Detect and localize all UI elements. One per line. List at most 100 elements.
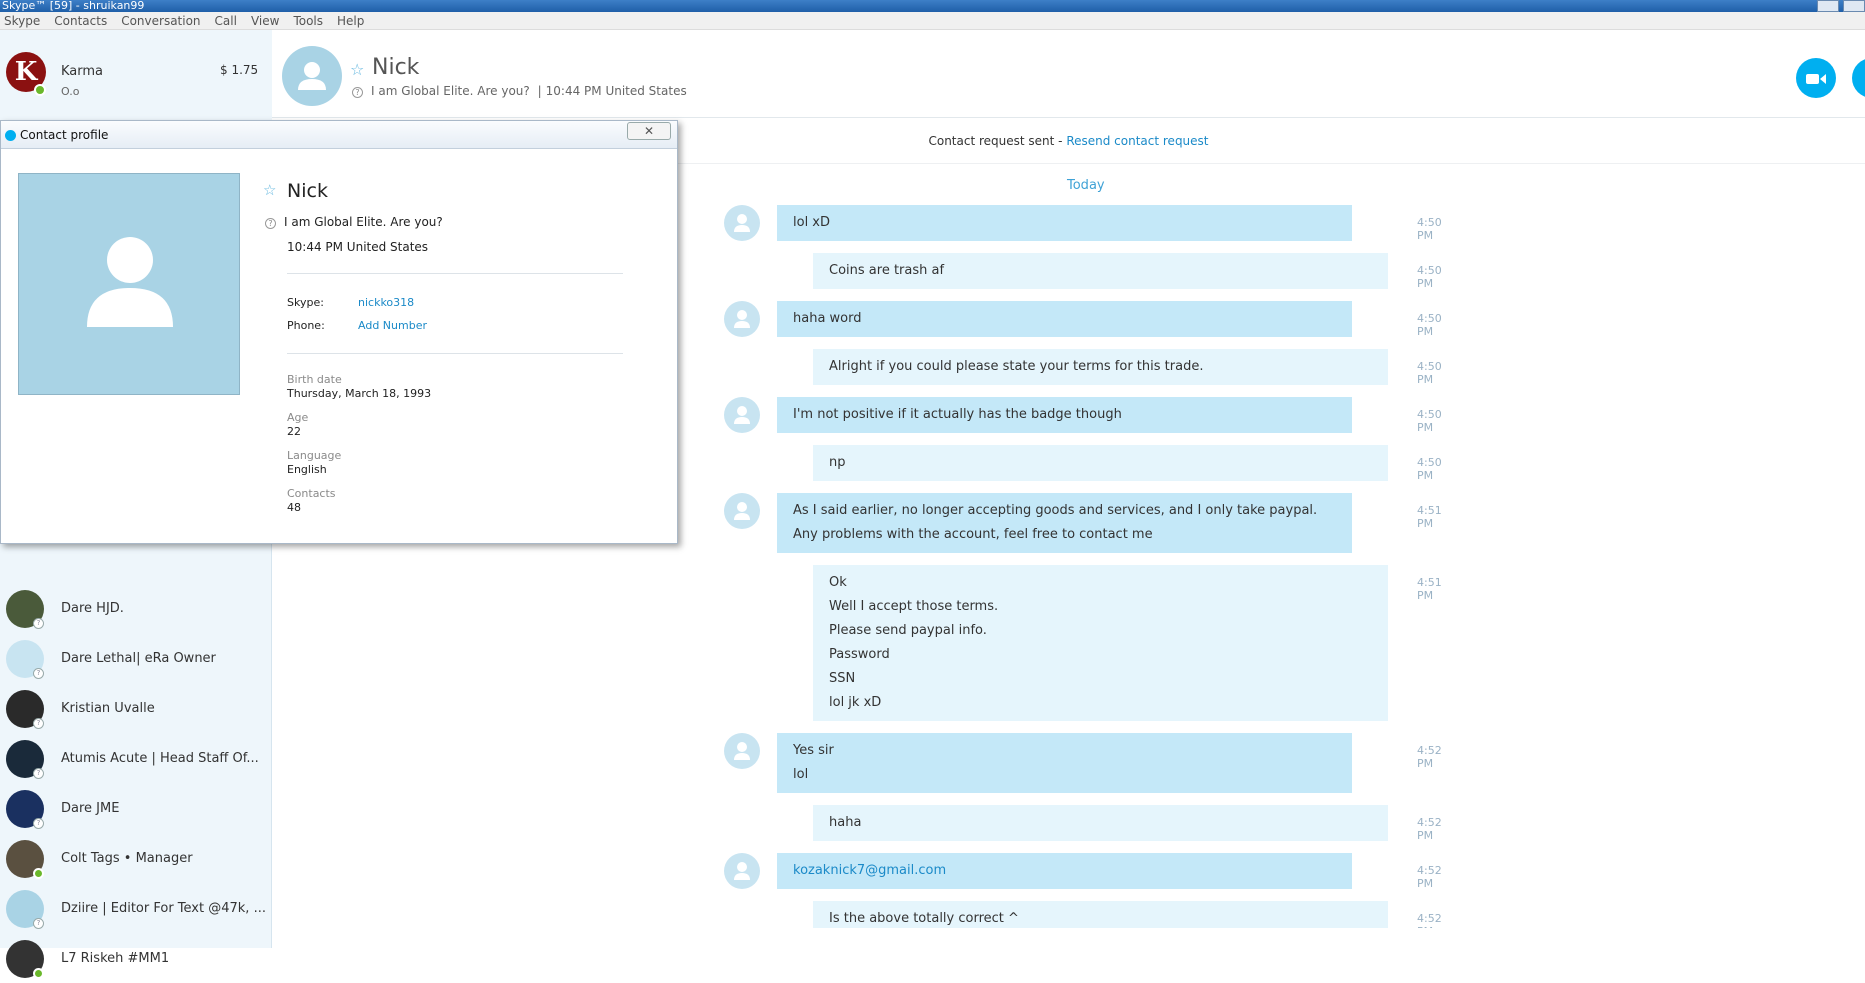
divider: [287, 273, 623, 274]
unknown-status-icon: ?: [33, 718, 44, 729]
contact-item[interactable]: ? Dare JME: [0, 783, 272, 833]
message-timestamp: 4:52 PM: [1417, 816, 1442, 842]
contact-avatar[interactable]: [282, 46, 342, 106]
maximize-button[interactable]: [1843, 0, 1865, 12]
my-name: Karma: [61, 64, 104, 79]
contact-name: Dare HJD.: [61, 601, 124, 616]
conversation-header: ☆ Nick ? I am Global Elite. Are you? | 10:…: [272, 30, 1865, 118]
contact-mood: I am Global Elite. Are you?: [371, 84, 530, 98]
minimize-button[interactable]: [1817, 0, 1839, 12]
language-value: English: [287, 463, 327, 476]
message-bubble[interactable]: lol xD: [777, 205, 1352, 241]
birth-date-value: Thursday, March 18, 1993: [287, 387, 432, 400]
contact-name: Colt Tags • Manager: [61, 851, 193, 866]
contact-item[interactable]: Colt Tags • Manager: [0, 833, 272, 883]
message-bubble[interactable]: kozaknick7@gmail.com: [777, 853, 1352, 889]
message-timestamp: 4:52 PM: [1417, 744, 1442, 770]
favorite-star-icon[interactable]: ☆: [350, 60, 364, 79]
message-line: Alright if you could please state your t…: [829, 359, 1204, 374]
menu-view[interactable]: View: [247, 14, 283, 28]
voice-call-button[interactable]: [1852, 58, 1865, 98]
contact-item[interactable]: ? Kristian Uvalle: [0, 683, 272, 733]
video-call-button[interactable]: [1796, 58, 1836, 98]
profile-name: Nick: [287, 180, 328, 202]
message-bubble[interactable]: np: [813, 445, 1388, 481]
resend-request-link[interactable]: Resend contact request: [1066, 134, 1208, 148]
message-bubble[interactable]: Coins are trash af: [813, 253, 1388, 289]
sender-avatar[interactable]: [724, 853, 760, 889]
menu-conversation[interactable]: Conversation: [117, 14, 204, 28]
dialog-title: Contact profile: [20, 128, 109, 142]
message-bubble[interactable]: Alright if you could please state your t…: [813, 349, 1388, 385]
sender-avatar[interactable]: [724, 205, 760, 241]
menu-skype[interactable]: Skype: [0, 14, 44, 28]
message-line: As I said earlier, no longer accepting g…: [793, 503, 1318, 518]
help-icon: ?: [352, 87, 363, 98]
message-bubble[interactable]: As I said earlier, no longer accepting g…: [777, 493, 1352, 553]
notice-text: Contact request sent -: [928, 134, 1067, 148]
dialog-titlebar: Contact profile: [1, 121, 677, 149]
sender-avatar[interactable]: [724, 493, 760, 529]
contact-name: Kristian Uvalle: [61, 701, 155, 716]
skype-name-link[interactable]: nickko318: [358, 296, 414, 309]
message-timestamp: 4:50 PM: [1417, 216, 1442, 242]
close-button[interactable]: ✕: [627, 122, 671, 140]
unknown-status-icon: ?: [33, 768, 44, 779]
menu-bar: Skype Contacts Conversation Call View To…: [0, 12, 1865, 30]
message-bubble[interactable]: Ok Well I accept those terms. Please send …: [813, 565, 1388, 721]
birth-date-label: Birth date: [287, 373, 342, 386]
skype-logo-icon: [5, 130, 16, 141]
sender-avatar[interactable]: [724, 733, 760, 769]
message-line: np: [829, 455, 846, 470]
profile-mood-line: ? I am Global Elite. Are you?: [265, 215, 443, 229]
add-number-link[interactable]: Add Number: [358, 319, 427, 332]
message-timestamp: 4:50 PM: [1417, 312, 1442, 338]
contact-item[interactable]: ? Atumis Acute | Head Staff Of...: [0, 733, 272, 783]
message-bubble[interactable]: Is the above totally correct ^: [813, 901, 1388, 928]
contact-profile-dialog: Contact profile ✕ ☆ Nick ? I am Global El…: [0, 120, 678, 544]
contact-item[interactable]: ? Dziire | Editor For Text @47k, ...: [0, 883, 272, 933]
message-bubble[interactable]: haha: [813, 805, 1388, 841]
default-user-icon: [87, 237, 173, 327]
message-timestamp: 4:51 PM: [1417, 576, 1442, 602]
message-bubble[interactable]: Yes sir lol: [777, 733, 1352, 793]
favorite-star-icon[interactable]: ☆: [263, 181, 276, 199]
separator: |: [537, 84, 542, 98]
unknown-status-icon: ?: [33, 918, 44, 929]
title-bar: Skype™ [59] - shruikan99: [0, 0, 1865, 12]
default-user-icon: [298, 62, 326, 90]
message-line: lol: [793, 767, 809, 782]
message-timestamp: 4:50 PM: [1417, 360, 1442, 386]
message-line: SSN: [829, 671, 856, 686]
message-timestamp: 4:50 PM: [1417, 264, 1442, 290]
contact-item[interactable]: ? Dare Lethal| eRa Owner: [0, 633, 272, 683]
message-timestamp: 4:50 PM: [1417, 408, 1442, 434]
help-icon: ?: [265, 218, 276, 229]
divider: [287, 353, 623, 354]
message-bubble[interactable]: haha word: [777, 301, 1352, 337]
message-line: Any problems with the account, feel free…: [793, 527, 1153, 542]
skype-credit[interactable]: $ 1.75: [220, 63, 258, 77]
online-status-icon: [33, 868, 44, 879]
message-line: Well I accept those terms.: [829, 599, 999, 614]
contact-item[interactable]: L7 Riskeh #MM1: [0, 933, 272, 983]
menu-call[interactable]: Call: [211, 14, 241, 28]
contact-item[interactable]: ? Dare HJD.: [0, 583, 272, 633]
contact-name: Dziire | Editor For Text @47k, ...: [61, 901, 266, 916]
sender-avatar[interactable]: [724, 301, 760, 337]
menu-contacts[interactable]: Contacts: [50, 14, 111, 28]
contacts-value: 48: [287, 501, 301, 514]
profile-picture: [18, 173, 240, 395]
menu-tools[interactable]: Tools: [289, 14, 327, 28]
email-link[interactable]: kozaknick7@gmail.com: [793, 859, 1336, 883]
message-bubble[interactable]: I'm not positive if it actually has the …: [777, 397, 1352, 433]
online-status-icon: [34, 84, 46, 96]
message-timestamp: 4:50 PM: [1417, 456, 1442, 482]
contact-local-time: 10:44 PM United States: [545, 84, 687, 98]
menu-help[interactable]: Help: [333, 14, 368, 28]
message-line: Coins are trash af: [829, 263, 945, 278]
sender-avatar[interactable]: [724, 397, 760, 433]
message-timestamp: 4:51 PM: [1417, 504, 1442, 530]
video-camera-icon: [1806, 73, 1826, 84]
my-profile-area[interactable]: K Karma O.o $ 1.75: [0, 30, 272, 120]
